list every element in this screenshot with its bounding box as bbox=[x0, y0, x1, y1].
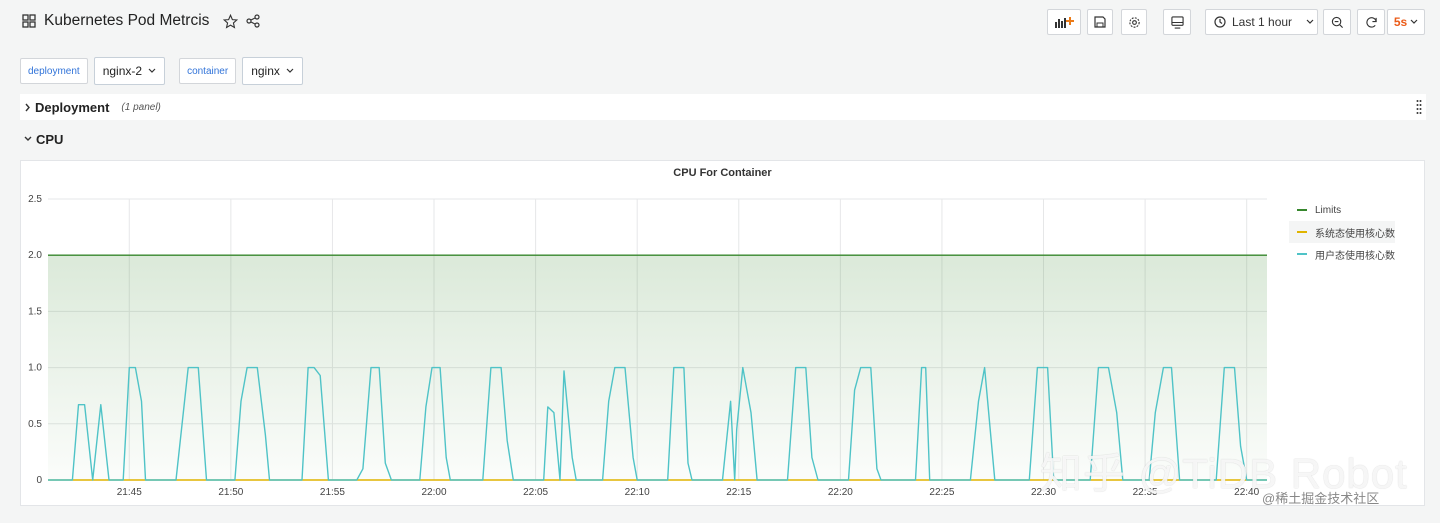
save-dashboard-button[interactable] bbox=[1087, 9, 1113, 35]
legend-item[interactable]: 用户态使用核心数 bbox=[1289, 243, 1395, 265]
refresh-icon bbox=[1365, 16, 1378, 29]
add-panel-icon bbox=[1054, 15, 1074, 29]
settings-button[interactable] bbox=[1121, 9, 1147, 35]
legend-label: 系统态使用核心数 bbox=[1315, 228, 1395, 240]
variable-select-container[interactable]: nginx bbox=[242, 57, 303, 85]
legend-item[interactable]: Limits bbox=[1289, 199, 1395, 221]
row-title-deployment: Deployment bbox=[35, 99, 110, 115]
refresh-button[interactable] bbox=[1357, 9, 1385, 35]
x-tick-label: 22:25 bbox=[929, 487, 954, 498]
time-range-picker[interactable]: Last 1 hour bbox=[1205, 9, 1318, 35]
y-tick-label: 1.0 bbox=[28, 363, 42, 374]
variable-value-container: nginx bbox=[251, 64, 280, 78]
legend-item[interactable]: 系统态使用核心数 bbox=[1289, 221, 1395, 243]
legend-swatch bbox=[1297, 253, 1307, 255]
legend-label: 用户态使用核心数 bbox=[1315, 250, 1395, 262]
y-tick-label: 2.0 bbox=[28, 250, 42, 261]
watermark-subtext: @稀土掘金技术社区 bbox=[1262, 491, 1380, 506]
x-tick-label: 22:05 bbox=[523, 487, 548, 498]
variable-select-deployment[interactable]: nginx-2 bbox=[93, 57, 166, 85]
row-cpu[interactable]: CPU bbox=[20, 126, 1426, 152]
row-deployment[interactable]: Deployment (1 panel) bbox=[20, 94, 1426, 120]
y-tick-label: 0.5 bbox=[28, 419, 42, 430]
chevron-down-icon bbox=[148, 68, 156, 74]
gear-icon bbox=[1128, 16, 1141, 29]
x-tick-label: 22:15 bbox=[726, 487, 751, 498]
y-tick-label: 2.5 bbox=[28, 194, 42, 205]
variable-label-container: container bbox=[179, 58, 237, 84]
x-tick-label: 22:00 bbox=[422, 487, 447, 498]
row-panel-count: (1 panel) bbox=[121, 101, 161, 113]
dashboard-grid-icon[interactable] bbox=[22, 14, 36, 28]
drag-handle-icon[interactable] bbox=[1416, 99, 1422, 115]
clock-icon bbox=[1214, 16, 1226, 28]
legend-swatch bbox=[1297, 231, 1307, 233]
template-variables: deployment nginx-2 container nginx bbox=[20, 57, 303, 85]
chevron-down-icon bbox=[1306, 19, 1314, 25]
zoom-out-icon bbox=[1331, 16, 1344, 29]
refresh-interval-label: 5s bbox=[1393, 15, 1408, 29]
monitor-icon bbox=[1170, 15, 1184, 29]
chart-legend: Limits 系统态使用核心数 用户态使用核心数 bbox=[1289, 199, 1395, 265]
add-panel-button[interactable] bbox=[1047, 9, 1081, 35]
x-tick-label: 21:55 bbox=[320, 487, 345, 498]
legend-swatch bbox=[1297, 209, 1307, 211]
save-icon bbox=[1094, 16, 1106, 28]
x-tick-label: 22:10 bbox=[625, 487, 650, 498]
chevron-down-icon bbox=[286, 68, 294, 74]
x-tick-label: 22:20 bbox=[828, 487, 853, 498]
variable-label-deployment: deployment bbox=[20, 58, 88, 84]
y-tick-label: 1.5 bbox=[28, 306, 42, 317]
dashboard-title[interactable]: Kubernetes Pod Metrcis bbox=[44, 12, 209, 30]
dashboard-header: Kubernetes Pod Metrcis Last 1 hour 5s bbox=[0, 0, 1440, 46]
share-icon[interactable] bbox=[246, 14, 261, 28]
row-title-cpu: CPU bbox=[36, 131, 64, 147]
legend-label: Limits bbox=[1315, 204, 1342, 216]
refresh-interval-picker[interactable]: 5s bbox=[1387, 9, 1425, 35]
chevron-down-icon bbox=[1410, 19, 1418, 25]
zoom-out-button[interactable] bbox=[1323, 9, 1351, 35]
variable-value-deployment: nginx-2 bbox=[102, 64, 143, 78]
x-tick-label: 21:45 bbox=[117, 487, 142, 498]
dashboard-title-area: Kubernetes Pod Metrcis bbox=[22, 12, 261, 30]
time-range-label: Last 1 hour bbox=[1232, 15, 1293, 29]
x-tick-label: 21:50 bbox=[218, 487, 243, 498]
y-tick-label: 0 bbox=[36, 475, 42, 486]
chevron-down-icon bbox=[24, 136, 32, 142]
chevron-right-icon bbox=[24, 103, 31, 112]
tv-mode-button[interactable] bbox=[1163, 9, 1191, 35]
star-icon[interactable] bbox=[223, 13, 239, 29]
